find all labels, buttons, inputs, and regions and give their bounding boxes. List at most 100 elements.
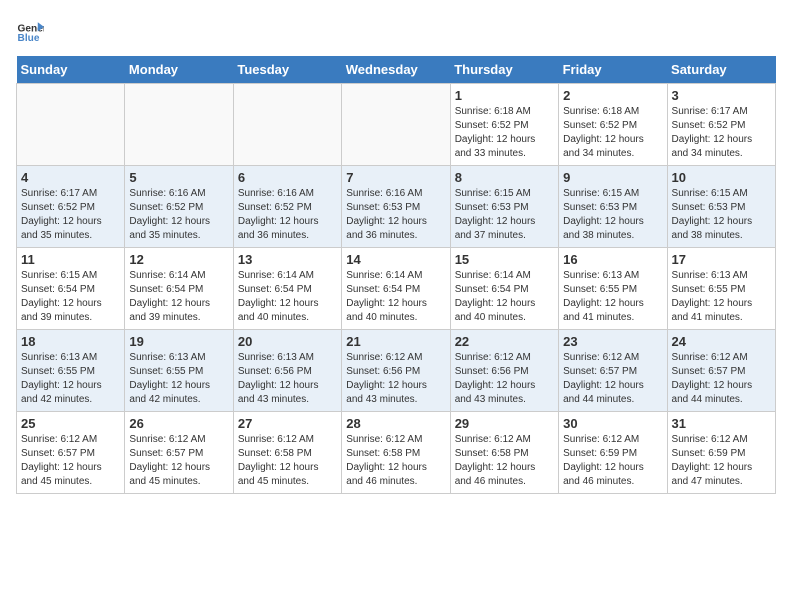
day-number: 18 — [21, 334, 120, 349]
day-number: 25 — [21, 416, 120, 431]
day-info: Sunrise: 6:14 AM Sunset: 6:54 PM Dayligh… — [455, 269, 554, 325]
day-number: 4 — [21, 170, 120, 185]
calendar-cell — [125, 84, 233, 166]
calendar-cell: 25 Sunrise: 6:12 AM Sunset: 6:57 PM Dayli… — [17, 412, 125, 494]
day-number: 8 — [455, 170, 554, 185]
day-info: Sunrise: 6:14 AM Sunset: 6:54 PM Dayligh… — [238, 269, 337, 325]
day-number: 2 — [563, 88, 662, 103]
day-info: Sunrise: 6:13 AM Sunset: 6:56 PM Dayligh… — [238, 351, 337, 407]
day-number: 10 — [672, 170, 771, 185]
day-info: Sunrise: 6:12 AM Sunset: 6:58 PM Dayligh… — [346, 433, 445, 489]
day-number: 23 — [563, 334, 662, 349]
day-number: 5 — [129, 170, 228, 185]
day-info: Sunrise: 6:17 AM Sunset: 6:52 PM Dayligh… — [21, 187, 120, 243]
calendar-cell: 27 Sunrise: 6:12 AM Sunset: 6:58 PM Dayli… — [233, 412, 341, 494]
day-info: Sunrise: 6:12 AM Sunset: 6:57 PM Dayligh… — [129, 433, 228, 489]
day-info: Sunrise: 6:16 AM Sunset: 6:52 PM Dayligh… — [129, 187, 228, 243]
weekday-header: Wednesday — [342, 56, 450, 84]
day-info: Sunrise: 6:12 AM Sunset: 6:59 PM Dayligh… — [563, 433, 662, 489]
day-info: Sunrise: 6:12 AM Sunset: 6:59 PM Dayligh… — [672, 433, 771, 489]
calendar-cell: 7Sunrise: 6:16 AM Sunset: 6:53 PM Daylig… — [342, 166, 450, 248]
calendar-week-row: 1 Sunrise: 6:18 AM Sunset: 6:52 PM Daylig… — [17, 84, 776, 166]
calendar-cell: 3Sunrise: 6:17 AM Sunset: 6:52 PM Daylig… — [667, 84, 775, 166]
page-header: General Blue — [16, 16, 776, 44]
calendar-cell: 9Sunrise: 6:15 AM Sunset: 6:53 PM Daylig… — [559, 166, 667, 248]
day-number: 22 — [455, 334, 554, 349]
day-info: Sunrise: 6:12 AM Sunset: 6:58 PM Dayligh… — [455, 433, 554, 489]
calendar-week-row: 4 Sunrise: 6:17 AM Sunset: 6:52 PM Daylig… — [17, 166, 776, 248]
day-number: 28 — [346, 416, 445, 431]
day-info: Sunrise: 6:15 AM Sunset: 6:53 PM Dayligh… — [672, 187, 771, 243]
calendar-cell: 15Sunrise: 6:14 AM Sunset: 6:54 PM Dayli… — [450, 248, 558, 330]
calendar-cell: 20 Sunrise: 6:13 AM Sunset: 6:56 PM Dayli… — [233, 330, 341, 412]
svg-text:Blue: Blue — [18, 33, 40, 44]
day-info: Sunrise: 6:14 AM Sunset: 6:54 PM Dayligh… — [346, 269, 445, 325]
calendar-cell — [17, 84, 125, 166]
calendar-cell — [342, 84, 450, 166]
calendar-cell — [233, 84, 341, 166]
calendar-week-row: 18 Sunrise: 6:13 AM Sunset: 6:55 PM Dayli… — [17, 330, 776, 412]
calendar-cell: 11Sunrise: 6:15 AM Sunset: 6:54 PM Dayli… — [17, 248, 125, 330]
day-info: Sunrise: 6:12 AM Sunset: 6:57 PM Dayligh… — [672, 351, 771, 407]
weekday-header: Tuesday — [233, 56, 341, 84]
weekday-header: Saturday — [667, 56, 775, 84]
calendar-cell: 31 Sunrise: 6:12 AM Sunset: 6:59 PM Dayli… — [667, 412, 775, 494]
day-number: 17 — [672, 252, 771, 267]
day-number: 3 — [672, 88, 771, 103]
day-number: 1 — [455, 88, 554, 103]
day-number: 12 — [129, 252, 228, 267]
day-info: Sunrise: 6:13 AM Sunset: 6:55 PM Dayligh… — [21, 351, 120, 407]
day-info: Sunrise: 6:13 AM Sunset: 6:55 PM Dayligh… — [563, 269, 662, 325]
day-number: 21 — [346, 334, 445, 349]
calendar-cell: 19 Sunrise: 6:13 AM Sunset: 6:55 PM Dayli… — [125, 330, 233, 412]
calendar-cell: 10 Sunrise: 6:15 AM Sunset: 6:53 PM Dayli… — [667, 166, 775, 248]
calendar-cell: 1 Sunrise: 6:18 AM Sunset: 6:52 PM Daylig… — [450, 84, 558, 166]
calendar-cell: 18 Sunrise: 6:13 AM Sunset: 6:55 PM Dayli… — [17, 330, 125, 412]
day-number: 29 — [455, 416, 554, 431]
logo: General Blue — [16, 16, 44, 44]
day-number: 16 — [563, 252, 662, 267]
calendar-week-row: 25 Sunrise: 6:12 AM Sunset: 6:57 PM Dayli… — [17, 412, 776, 494]
calendar-cell: 14 Sunrise: 6:14 AM Sunset: 6:54 PM Dayli… — [342, 248, 450, 330]
weekday-header: Thursday — [450, 56, 558, 84]
calendar-cell: 28 Sunrise: 6:12 AM Sunset: 6:58 PM Dayli… — [342, 412, 450, 494]
calendar-cell: 24Sunrise: 6:12 AM Sunset: 6:57 PM Dayli… — [667, 330, 775, 412]
calendar-cell: 17 Sunrise: 6:13 AM Sunset: 6:55 PM Dayli… — [667, 248, 775, 330]
calendar-cell: 21 Sunrise: 6:12 AM Sunset: 6:56 PM Dayli… — [342, 330, 450, 412]
calendar-table: SundayMondayTuesdayWednesdayThursdayFrid… — [16, 56, 776, 494]
calendar-cell: 26 Sunrise: 6:12 AM Sunset: 6:57 PM Dayli… — [125, 412, 233, 494]
day-info: Sunrise: 6:16 AM Sunset: 6:52 PM Dayligh… — [238, 187, 337, 243]
day-info: Sunrise: 6:12 AM Sunset: 6:56 PM Dayligh… — [455, 351, 554, 407]
calendar-cell: 30 Sunrise: 6:12 AM Sunset: 6:59 PM Dayli… — [559, 412, 667, 494]
calendar-week-row: 11Sunrise: 6:15 AM Sunset: 6:54 PM Dayli… — [17, 248, 776, 330]
weekday-header-row: SundayMondayTuesdayWednesdayThursdayFrid… — [17, 56, 776, 84]
day-info: Sunrise: 6:12 AM Sunset: 6:57 PM Dayligh… — [21, 433, 120, 489]
day-number: 9 — [563, 170, 662, 185]
day-info: Sunrise: 6:18 AM Sunset: 6:52 PM Dayligh… — [455, 105, 554, 161]
calendar-cell: 22 Sunrise: 6:12 AM Sunset: 6:56 PM Dayli… — [450, 330, 558, 412]
day-info: Sunrise: 6:12 AM Sunset: 6:56 PM Dayligh… — [346, 351, 445, 407]
calendar-cell: 4 Sunrise: 6:17 AM Sunset: 6:52 PM Daylig… — [17, 166, 125, 248]
day-info: Sunrise: 6:15 AM Sunset: 6:54 PM Dayligh… — [21, 269, 120, 325]
calendar-cell: 16 Sunrise: 6:13 AM Sunset: 6:55 PM Dayli… — [559, 248, 667, 330]
day-number: 26 — [129, 416, 228, 431]
day-info: Sunrise: 6:13 AM Sunset: 6:55 PM Dayligh… — [672, 269, 771, 325]
calendar-cell: 2 Sunrise: 6:18 AM Sunset: 6:52 PM Daylig… — [559, 84, 667, 166]
calendar-cell: 29 Sunrise: 6:12 AM Sunset: 6:58 PM Dayli… — [450, 412, 558, 494]
day-number: 14 — [346, 252, 445, 267]
day-info: Sunrise: 6:14 AM Sunset: 6:54 PM Dayligh… — [129, 269, 228, 325]
day-number: 6 — [238, 170, 337, 185]
day-info: Sunrise: 6:13 AM Sunset: 6:55 PM Dayligh… — [129, 351, 228, 407]
weekday-header: Monday — [125, 56, 233, 84]
day-number: 30 — [563, 416, 662, 431]
day-info: Sunrise: 6:18 AM Sunset: 6:52 PM Dayligh… — [563, 105, 662, 161]
day-number: 19 — [129, 334, 228, 349]
day-number: 13 — [238, 252, 337, 267]
calendar-cell: 6 Sunrise: 6:16 AM Sunset: 6:52 PM Daylig… — [233, 166, 341, 248]
day-info: Sunrise: 6:12 AM Sunset: 6:57 PM Dayligh… — [563, 351, 662, 407]
day-number: 31 — [672, 416, 771, 431]
calendar-cell: 5 Sunrise: 6:16 AM Sunset: 6:52 PM Daylig… — [125, 166, 233, 248]
day-info: Sunrise: 6:12 AM Sunset: 6:58 PM Dayligh… — [238, 433, 337, 489]
day-number: 20 — [238, 334, 337, 349]
day-number: 27 — [238, 416, 337, 431]
